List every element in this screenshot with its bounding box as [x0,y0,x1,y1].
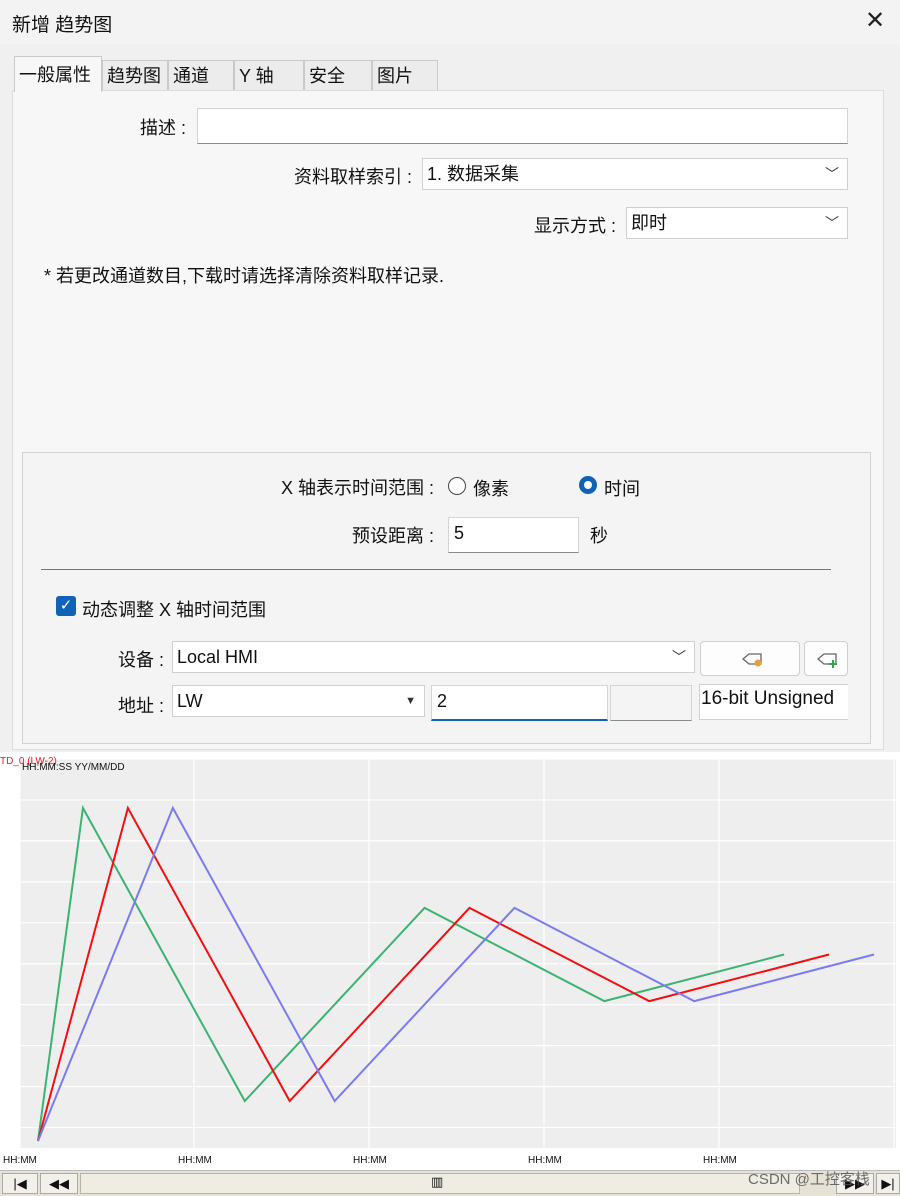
x-axis-range-label: X 轴表示时间范围 : [280,478,434,498]
preset-distance-label: 预设距离 : [351,526,434,546]
scroll-prev-button[interactable]: ◀◀ [40,1173,78,1194]
display-mode-value: 即时 [631,213,667,233]
trend-dialog: 新增 趋势图 ✕ 一般属性 趋势图 通道 Y 轴 安全 图片 描述 : 资料取样… [0,0,900,752]
chevron-down-icon: ﹀ [825,166,839,182]
radio-time-label: 时间 [604,479,640,499]
address-label: 地址 : [117,696,164,716]
plot-area [20,759,896,1148]
add-tag-button[interactable] [804,641,848,676]
description-label: 描述 : [139,118,186,138]
device-value: Local HMI [177,647,259,667]
divider [41,569,831,570]
tag-browse-button[interactable] [700,641,800,676]
scroll-thumb[interactable]: ▥ [80,1173,800,1194]
scroll-first-button[interactable]: |◀ [2,1173,38,1194]
address-extra-field [610,685,692,721]
trend-chart-svg: TD_0 (LW-2) HH:MM:SS YY/MM/DD HH:MM HH:MM… [0,753,900,1170]
chevron-down-icon: ﹀ [825,215,839,231]
preset-distance-unit: 秒 [590,526,608,546]
grip-icon: ▥ [431,1174,444,1189]
x-tick-label: HH:MM [3,1155,37,1166]
channel-change-note: * 若更改通道数目,下载时请选择清除资料取样记录. [44,266,445,286]
address-type-select[interactable]: LW ▼ [172,685,425,717]
device-label: 设备 : [117,650,164,670]
sampling-index-select[interactable]: 1. 数据采集 ﹀ [422,158,848,190]
x-tick-label: HH:MM [178,1155,212,1166]
watermark: CSDN @工控客栈 [748,1171,870,1188]
close-icon[interactable]: ✕ [860,6,890,36]
trend-chart: TD_0 (LW-2) HH:MM:SS YY/MM/DD HH:MM HH:MM… [0,753,900,1196]
tab-y-axis[interactable]: Y 轴 [234,60,304,90]
scroll-last-button[interactable]: ▶| [876,1173,900,1194]
tab-security[interactable]: 安全 [304,60,372,90]
data-format-display: 16-bit Unsigned [699,684,848,720]
x-tick-label: HH:MM [703,1155,737,1166]
chevron-down-icon: ﹀ [672,649,686,665]
tab-general[interactable]: 一般属性 [14,56,102,92]
tag-icon [741,653,762,667]
title-bar: 新增 趋势图 ✕ [0,0,900,44]
tab-channel[interactable]: 通道 [168,60,234,90]
preset-distance-input[interactable]: 5 [448,517,579,553]
radio-time[interactable] [579,476,597,494]
dropdown-arrow-icon: ▼ [405,695,416,707]
radio-pixel[interactable] [448,477,466,495]
x-tick-label: HH:MM [353,1155,387,1166]
device-select[interactable]: Local HMI ﹀ [172,641,695,673]
description-input[interactable] [197,108,848,144]
dynamic-range-checkbox[interactable]: ✓ [56,596,76,616]
chart-subtitle: HH:MM:SS YY/MM/DD [22,762,125,773]
add-tag-icon [816,653,837,668]
tab-picture[interactable]: 图片 [372,60,438,90]
address-value-input[interactable]: 2 [431,685,608,721]
window-title: 新增 趋势图 [12,15,113,36]
display-mode-select[interactable]: 即时 ﹀ [626,207,848,239]
radio-pixel-label: 像素 [473,479,509,499]
x-tick-label: HH:MM [528,1155,562,1166]
dynamic-range-label: 动态调整 X 轴时间范围 [82,600,267,620]
sampling-index-value: 1. 数据采集 [427,164,520,184]
sampling-index-label: 资料取样索引 : [293,167,412,187]
display-mode-label: 显示方式 : [533,216,616,236]
tab-trend[interactable]: 趋势图 [102,60,168,90]
address-type-value: LW [177,691,203,711]
